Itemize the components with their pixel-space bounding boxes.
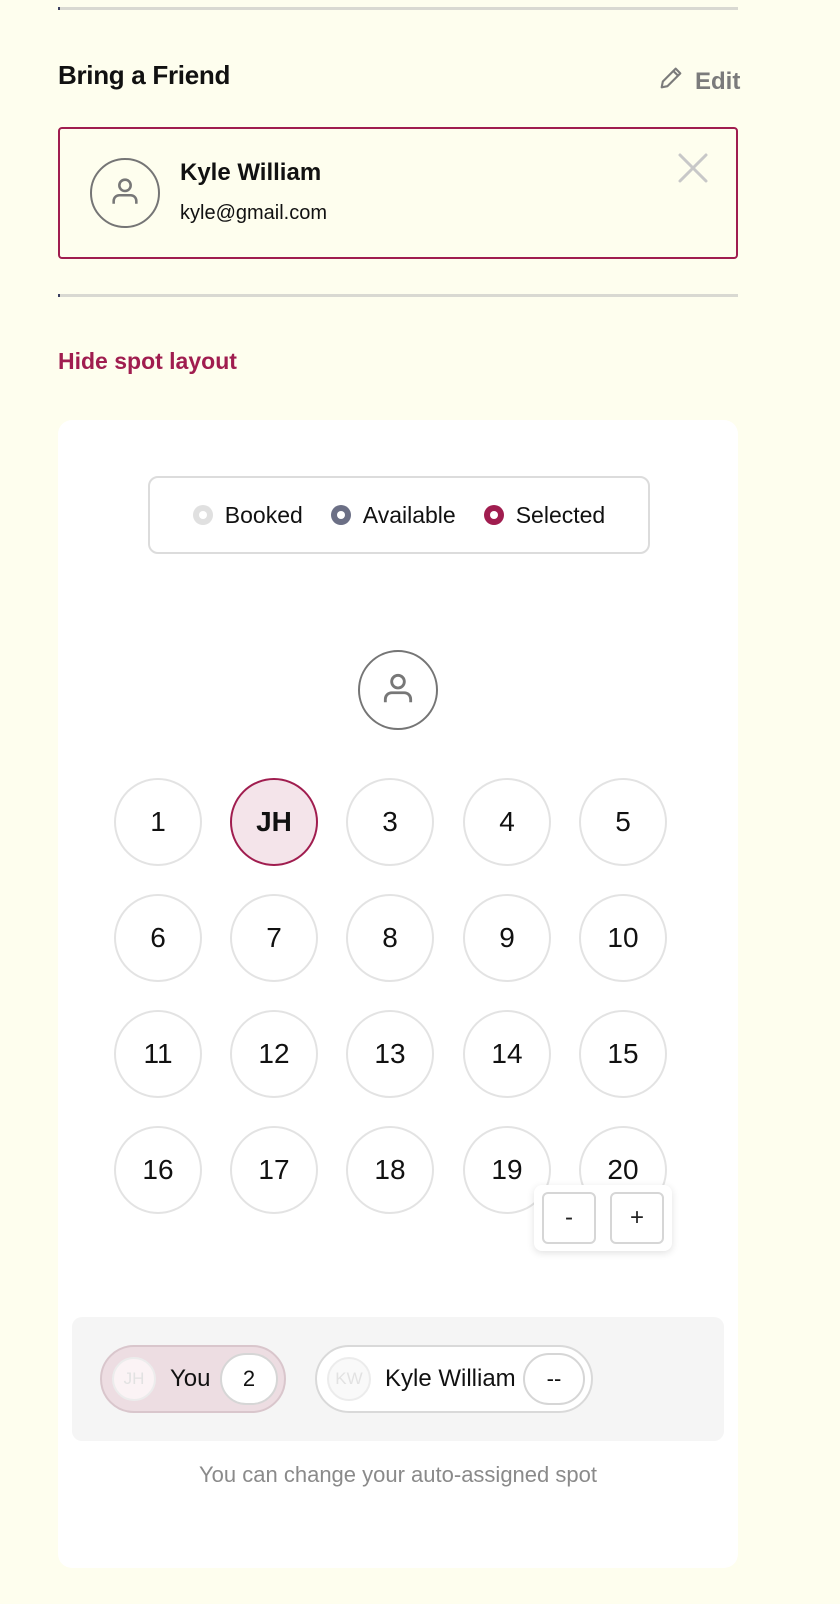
legend-booked: Booked [192,501,303,529]
spot-15[interactable]: 15 [579,1010,667,1098]
spot-18[interactable]: 18 [346,1126,434,1214]
attendee-spot-badge: -- [523,1353,585,1405]
edit-label: Edit [695,67,741,95]
attendee-bar: JH You 2 KW Kyle William -- [72,1317,724,1441]
attendee-avatar: KW [327,1357,371,1401]
attendee-chip-friend[interactable]: KW Kyle William -- [315,1345,593,1413]
friend-card: Kyle William kyle@gmail.com [58,127,738,259]
booked-dot-icon [192,505,213,525]
legend-booked-label: Booked [224,501,303,528]
attendee-spot-badge: 2 [220,1353,278,1405]
spot-11[interactable]: 11 [114,1010,202,1098]
top-divider [58,7,738,10]
close-icon [676,153,710,189]
legend: Booked Available Selected [148,476,650,554]
instructor-icon [379,669,417,712]
spot-17[interactable]: 17 [230,1126,318,1214]
spot-7[interactable]: 7 [230,894,318,982]
spot-14[interactable]: 14 [463,1010,551,1098]
section-title: Bring a Friend [58,60,231,90]
available-dot-icon [330,505,351,525]
instructor-avatar [358,650,438,730]
zoom-out-button[interactable]: - [542,1192,596,1244]
edit-button[interactable]: Edit [657,64,740,99]
spot-1[interactable]: 1 [114,778,202,866]
spot-12[interactable]: 12 [230,1010,318,1098]
spot-5[interactable]: 5 [579,778,667,866]
legend-available-label: Available [362,501,456,528]
page: Bring a Friend Edit Kyle William kyle@gm… [0,0,840,1604]
spot-16[interactable]: 16 [114,1126,202,1214]
zoom-in-button[interactable]: + [610,1192,664,1244]
attendee-name: You [170,1365,211,1392]
auto-assign-hint: You can change your auto-assigned spot [199,1462,597,1487]
attendee-avatar: JH [112,1357,156,1401]
attendee-chip-you[interactable]: JH You 2 [100,1345,286,1413]
zoom-controls: - + [534,1185,672,1251]
attendee-name: Kyle William [385,1365,516,1392]
hide-spot-layout-link[interactable]: Hide spot layout [58,348,237,375]
pencil-icon [657,64,685,99]
friend-name: Kyle William [180,159,322,186]
spot-8[interactable]: 8 [346,894,434,982]
friend-avatar [90,158,160,228]
spot-13[interactable]: 13 [346,1010,434,1098]
legend-selected-label: Selected [515,501,606,528]
spot-layout-panel: Booked Available Selected 1 JH 3 4 5 6 7… [58,420,738,1568]
spot-4[interactable]: 4 [463,778,551,866]
spot-2-selected[interactable]: JH [230,778,318,866]
friend-email: kyle@gmail.com [180,202,328,224]
spot-6[interactable]: 6 [114,894,202,982]
legend-selected: Selected [483,501,606,529]
remove-friend-button[interactable] [676,151,710,185]
selected-dot-icon [483,505,504,525]
spot-9[interactable]: 9 [463,894,551,982]
spot-10[interactable]: 10 [579,894,667,982]
user-icon [108,174,142,213]
legend-available: Available [330,501,456,529]
middle-divider [58,294,738,297]
spot-3[interactable]: 3 [346,778,434,866]
